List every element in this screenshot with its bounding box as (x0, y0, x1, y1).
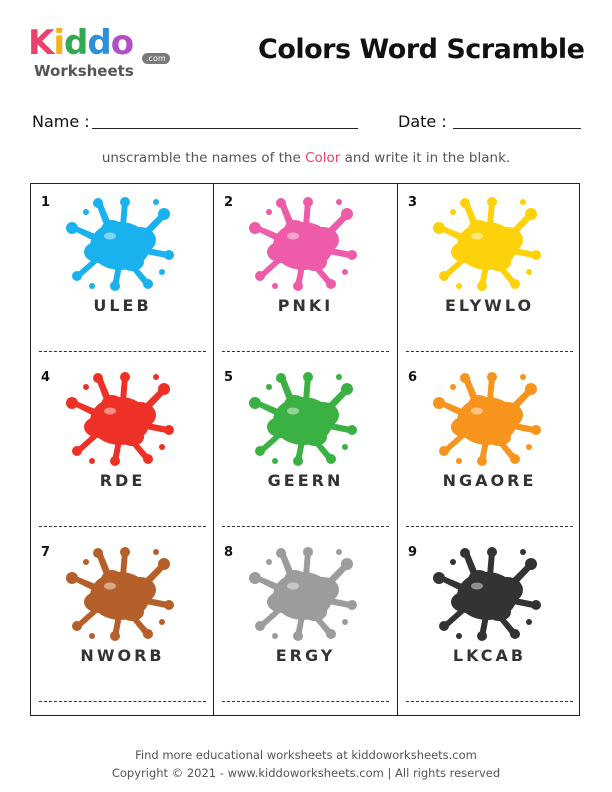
page-title: Colors Word Scramble (258, 34, 585, 65)
name-field-line[interactable] (92, 128, 358, 129)
scramble-grid: 1 ULEB 2 PNKI 3 ELYWLO 4 RDE 5 GEERN 6 N… (30, 183, 580, 716)
cell-number: 2 (224, 195, 234, 210)
scramble-cell: 4 RDE (31, 359, 214, 534)
instruction-text: unscramble the names of the Color and wr… (0, 150, 612, 166)
paint-splash-icon (66, 371, 174, 467)
scrambled-word: ERGY (275, 646, 336, 665)
scrambled-word: LKCAB (452, 646, 527, 665)
date-label: Date : (398, 112, 447, 131)
logo-letter: i (53, 23, 65, 63)
paint-splash-icon (433, 196, 541, 292)
answer-blank-line[interactable] (39, 351, 206, 352)
scrambled-word: NWORB (80, 646, 165, 665)
logo-letter: d (64, 23, 88, 63)
logo-subtitle: Worksheets (34, 62, 134, 80)
instruction-after: and write it in the blank. (340, 150, 511, 166)
kiddo-logo: Kiddo Worksheets .com (28, 26, 178, 82)
footer-copyright: Copyright © 2021 - www.kiddoworksheets.c… (111, 766, 501, 780)
answer-blank-line[interactable] (406, 526, 573, 527)
cell-number: 6 (408, 370, 418, 385)
scrambled-word: PNKI (277, 296, 334, 315)
cell-number: 7 (41, 545, 51, 560)
paint-splash-icon (249, 371, 357, 467)
answer-blank-line[interactable] (406, 351, 573, 352)
instruction-highlight: Color (305, 150, 341, 166)
scramble-cell: 5 GEERN (214, 359, 397, 534)
cell-number: 3 (408, 195, 418, 210)
scramble-cell: 8 ERGY (214, 534, 397, 709)
paint-splash-icon (433, 371, 541, 467)
scramble-cell: 1 ULEB (31, 184, 214, 359)
cell-number: 5 (224, 370, 234, 385)
logo-com-badge: .com (142, 53, 170, 64)
logo-letter: K (28, 23, 54, 63)
paint-splash-icon (433, 546, 541, 642)
scrambled-word: NGAORE (442, 471, 537, 490)
paint-splash-icon (66, 546, 174, 642)
answer-blank-line[interactable] (406, 701, 573, 702)
name-label: Name : (32, 112, 90, 131)
cell-number: 4 (41, 370, 51, 385)
paint-splash-icon (66, 196, 174, 292)
instruction-before: unscramble the names of the (101, 150, 306, 166)
answer-blank-line[interactable] (222, 351, 389, 352)
answer-blank-line[interactable] (39, 701, 206, 702)
logo-letter: o (110, 23, 134, 63)
scrambled-word: RDE (99, 471, 146, 490)
scramble-cell: 3 ELYWLO (398, 184, 581, 359)
answer-blank-line[interactable] (39, 526, 206, 527)
date-field-line[interactable] (453, 128, 581, 129)
scramble-cell: 2 PNKI (214, 184, 397, 359)
scramble-cell: 9 LKCAB (398, 534, 581, 709)
scrambled-word: GEERN (267, 471, 344, 490)
cell-number: 8 (224, 545, 234, 560)
cell-number: 9 (408, 545, 418, 560)
scrambled-word: ELYWLO (444, 296, 535, 315)
scramble-cell: 6 NGAORE (398, 359, 581, 534)
answer-blank-line[interactable] (222, 701, 389, 702)
cell-number: 1 (41, 195, 51, 210)
logo-letter: d (87, 23, 111, 63)
scrambled-word: ULEB (93, 296, 152, 315)
footer-promo: Find more educational worksheets at kidd… (135, 748, 477, 762)
scramble-cell: 7 NWORB (31, 534, 214, 709)
answer-blank-line[interactable] (222, 526, 389, 527)
paint-splash-icon (249, 196, 357, 292)
paint-splash-icon (249, 546, 357, 642)
